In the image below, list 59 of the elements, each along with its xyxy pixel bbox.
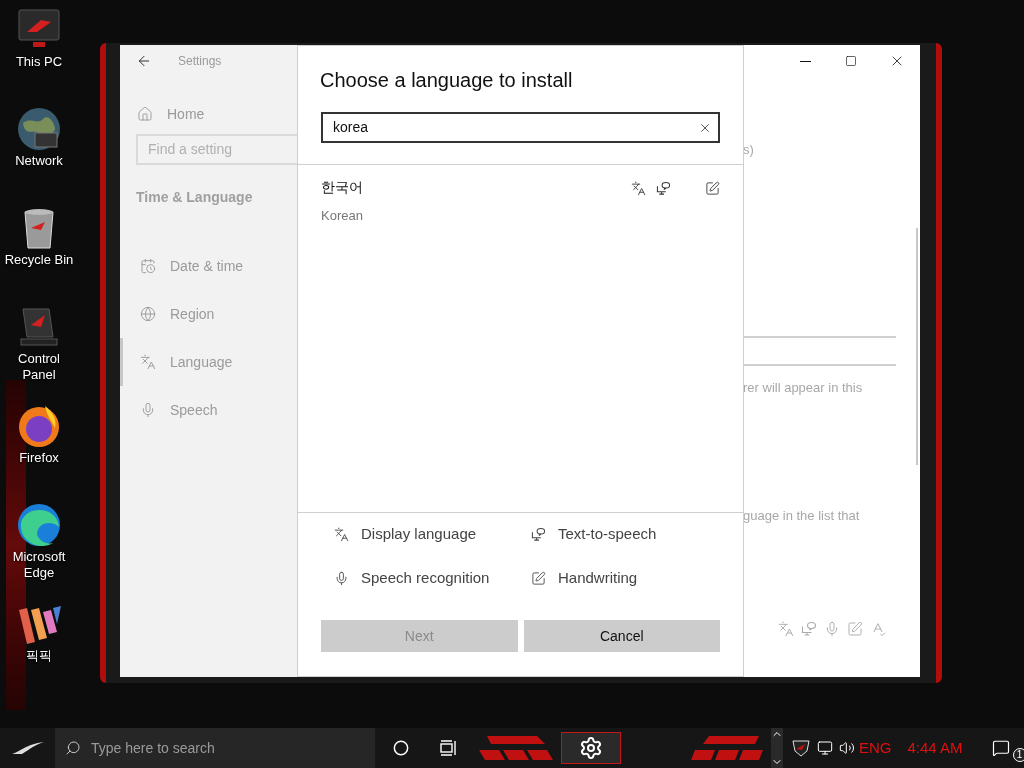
scrollbar[interactable]: [916, 228, 918, 465]
settings-icon: [579, 736, 603, 760]
desktop-icon-label[interactable]: Recycle Bin: [0, 252, 78, 268]
legend-label: Speech recognition: [361, 567, 490, 588]
legend-label: Text-to-speech: [558, 523, 657, 544]
edge-icon: [15, 501, 63, 549]
microphone-icon: [334, 570, 349, 586]
language-native-name: 한국어: [321, 178, 363, 197]
globe-icon: [15, 105, 63, 153]
language-english-name: Korean: [321, 207, 363, 225]
shield-icon[interactable]: [791, 739, 811, 757]
language-icon: [140, 354, 156, 370]
dialog-title: Choose a language to install: [320, 68, 574, 93]
pen-square-icon: [847, 621, 863, 637]
language-search-field[interactable]: korea: [321, 112, 720, 143]
home-icon: [137, 106, 153, 122]
language-icon: [631, 181, 646, 196]
search-icon: [65, 740, 81, 756]
notification-icon: [991, 739, 1010, 757]
circle-icon: [393, 740, 409, 756]
settings-taskbar-button[interactable]: [561, 732, 621, 764]
pen-square-icon: [705, 181, 720, 196]
desktop-icon-label[interactable]: Firefox: [0, 450, 78, 466]
section-heading: Time & Language: [135, 188, 254, 207]
spell-check-icon: [870, 621, 886, 637]
input-language-indicator[interactable]: ENG: [859, 736, 892, 760]
desktop-icon-label[interactable]: This PC: [0, 54, 78, 70]
speech-monitor-icon: [531, 526, 546, 542]
globe-icon: [140, 306, 156, 322]
back-icon[interactable]: [136, 53, 152, 69]
legend-label: Handwriting: [558, 567, 638, 588]
maximize-icon: [845, 55, 857, 67]
speech-monitor-icon: [801, 621, 817, 637]
language-result[interactable]: 한국어 Korean: [298, 165, 743, 226]
background-text: rer will appear in this: [743, 379, 864, 397]
language-icon: [334, 526, 349, 542]
taskbar-search-field[interactable]: Type here to search: [55, 728, 375, 768]
desktop-icon-label[interactable]: Network: [0, 153, 78, 169]
window-title: Settings: [178, 53, 222, 70]
desktop-icon-label[interactable]: 픽픽: [0, 648, 78, 664]
network-icon[interactable]: [817, 740, 833, 756]
microphone-icon: [140, 402, 156, 418]
desktop-icon-label[interactable]: Microsoft Edge: [0, 549, 78, 581]
language-icon: [778, 621, 794, 637]
task-view-icon: [440, 740, 458, 756]
microphone-icon: [824, 621, 840, 637]
tray-overflow-scroller[interactable]: [771, 728, 783, 768]
volume-icon[interactable]: [839, 740, 855, 756]
legend-label: Display language: [361, 523, 477, 544]
background-text: s): [743, 141, 755, 156]
speech-monitor-icon: [656, 181, 671, 196]
clock[interactable]: 4:44 AM: [907, 736, 963, 760]
desktop-icon-label[interactable]: Control Panel: [0, 351, 78, 383]
pen-square-icon: [531, 570, 546, 586]
background-text: guage in the list that: [743, 506, 861, 525]
minimize-icon: [799, 60, 811, 62]
dialog-button[interactable]: Cancel: [523, 620, 720, 652]
calendar-icon: [140, 258, 156, 274]
notification-count: 1: [1012, 748, 1024, 762]
